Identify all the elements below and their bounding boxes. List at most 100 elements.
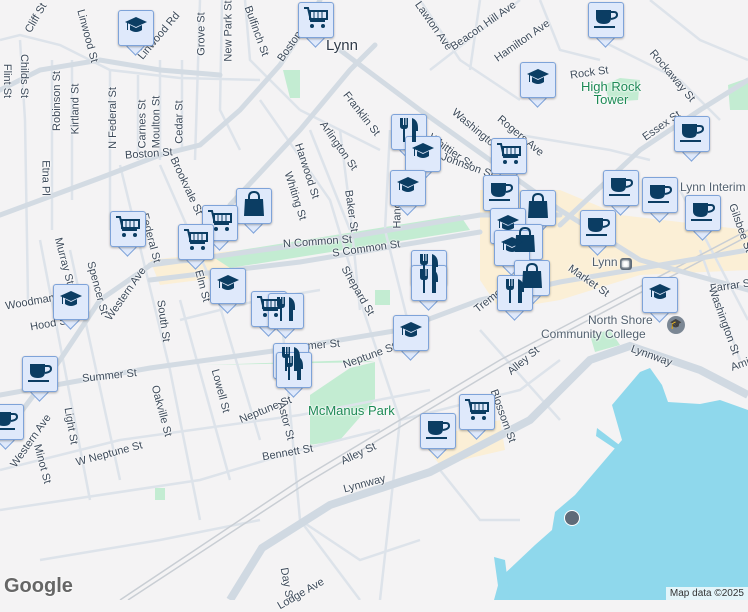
cart-marker[interactable] — [110, 211, 146, 255]
street-label: Robinson St — [51, 71, 63, 131]
coffee-icon — [593, 7, 619, 34]
cart-marker[interactable] — [459, 394, 495, 438]
school-marker[interactable] — [520, 62, 556, 106]
school-icon — [411, 141, 435, 168]
coffee-marker[interactable] — [0, 404, 24, 448]
coffee-icon — [647, 182, 673, 209]
marker-box — [390, 170, 426, 206]
school-marker[interactable] — [390, 170, 426, 214]
marker-box — [178, 224, 214, 260]
restaurant-marker[interactable] — [411, 265, 447, 309]
coffee-marker[interactable] — [22, 356, 58, 400]
street-label: Kirtland St — [69, 84, 81, 135]
college-icon[interactable]: 🎓 — [667, 316, 685, 334]
street-label: Moulton St — [150, 96, 162, 149]
coffee-marker[interactable] — [588, 2, 624, 46]
marker-box — [588, 2, 624, 38]
school-icon — [399, 320, 423, 347]
cart-icon — [303, 6, 329, 35]
street-label: Grove St — [196, 12, 208, 55]
cart-icon — [464, 398, 490, 427]
coffee-icon — [27, 361, 53, 388]
marker-box — [393, 315, 429, 351]
high-rock-tower-label[interactable]: High Rock Tower — [572, 80, 650, 106]
north-shore-cc-label-2[interactable]: Community College — [541, 327, 646, 341]
cart-icon — [496, 142, 522, 171]
coffee-marker[interactable] — [580, 210, 616, 254]
google-logo[interactable]: Google — [4, 575, 73, 598]
water — [494, 368, 748, 600]
coffee-marker[interactable] — [603, 170, 639, 214]
marker-box — [0, 404, 24, 440]
coffee-icon — [488, 180, 514, 207]
marker-box — [110, 211, 146, 247]
school-marker[interactable] — [118, 10, 154, 54]
coffee-marker[interactable] — [642, 177, 678, 221]
street-label: New Park St — [223, 0, 235, 61]
mcmanus-park-label[interactable]: McManus Park — [308, 403, 395, 418]
cart-icon — [183, 228, 209, 257]
bag-icon — [527, 193, 549, 224]
school-icon — [124, 15, 148, 42]
lynn-interim-name: Lynn Interim — [680, 180, 746, 194]
marker-box — [459, 394, 495, 430]
marker-box — [642, 277, 678, 313]
bag-marker[interactable] — [236, 188, 272, 232]
street-label: Childs St — [18, 54, 30, 98]
school-icon — [216, 273, 240, 300]
street-label: Flint St — [1, 64, 13, 98]
lynn-interim-label[interactable]: Lynn Interim▣ — [680, 180, 748, 195]
city-label: Lynn — [326, 37, 358, 54]
street-label: Carnes St — [136, 100, 148, 149]
coffee-marker[interactable] — [674, 116, 710, 160]
restaurant-icon — [418, 268, 440, 299]
marker-box — [674, 116, 710, 152]
coffee-marker[interactable] — [685, 195, 721, 239]
train-station-icon: ▣ — [620, 258, 632, 270]
marker-box — [483, 175, 519, 211]
coffee-marker[interactable] — [420, 413, 456, 457]
marker-box — [685, 195, 721, 231]
school-marker[interactable] — [393, 315, 429, 359]
cart-icon — [115, 215, 141, 244]
bag-icon — [243, 191, 265, 222]
school-icon — [500, 235, 524, 262]
restaurant-icon — [504, 278, 526, 309]
marker-box — [118, 10, 154, 46]
marker-box — [411, 265, 447, 301]
restaurant-icon — [283, 355, 305, 386]
marker-box — [603, 170, 639, 206]
marker-box — [580, 210, 616, 246]
school-icon — [396, 175, 420, 202]
coffee-icon — [690, 200, 716, 227]
school-icon — [59, 289, 83, 316]
coffee-icon — [585, 215, 611, 242]
cart-marker[interactable] — [178, 224, 214, 268]
coffee-icon — [0, 409, 19, 436]
coffee-icon — [608, 175, 634, 202]
coffee-icon — [425, 418, 451, 445]
restaurant-icon — [275, 296, 297, 327]
street-label: N Federal St — [107, 87, 119, 149]
school-icon — [526, 67, 550, 94]
marker-box — [53, 284, 89, 320]
school-icon — [648, 282, 672, 309]
marker-box — [298, 2, 334, 38]
north-shore-cc-label-1[interactable]: North Shore — [588, 313, 653, 327]
coffee-icon — [679, 121, 705, 148]
school-marker[interactable] — [210, 268, 246, 312]
school-marker[interactable] — [53, 284, 89, 328]
lynn-station-label[interactable]: Lynn▣ — [592, 255, 632, 270]
marker-box — [420, 413, 456, 449]
lynn-station-name: Lynn — [592, 255, 618, 269]
marker-box — [491, 138, 527, 174]
marker-box — [642, 177, 678, 213]
street-label: Etna Pl — [40, 160, 52, 195]
marker-box — [520, 62, 556, 98]
street-label: Cedar St — [174, 100, 186, 143]
marker-box — [210, 268, 246, 304]
map-attribution[interactable]: Map data ©2025 — [666, 587, 748, 600]
marker-box — [405, 136, 441, 172]
marker-box — [236, 188, 272, 224]
ferry-icon[interactable] — [564, 510, 580, 526]
